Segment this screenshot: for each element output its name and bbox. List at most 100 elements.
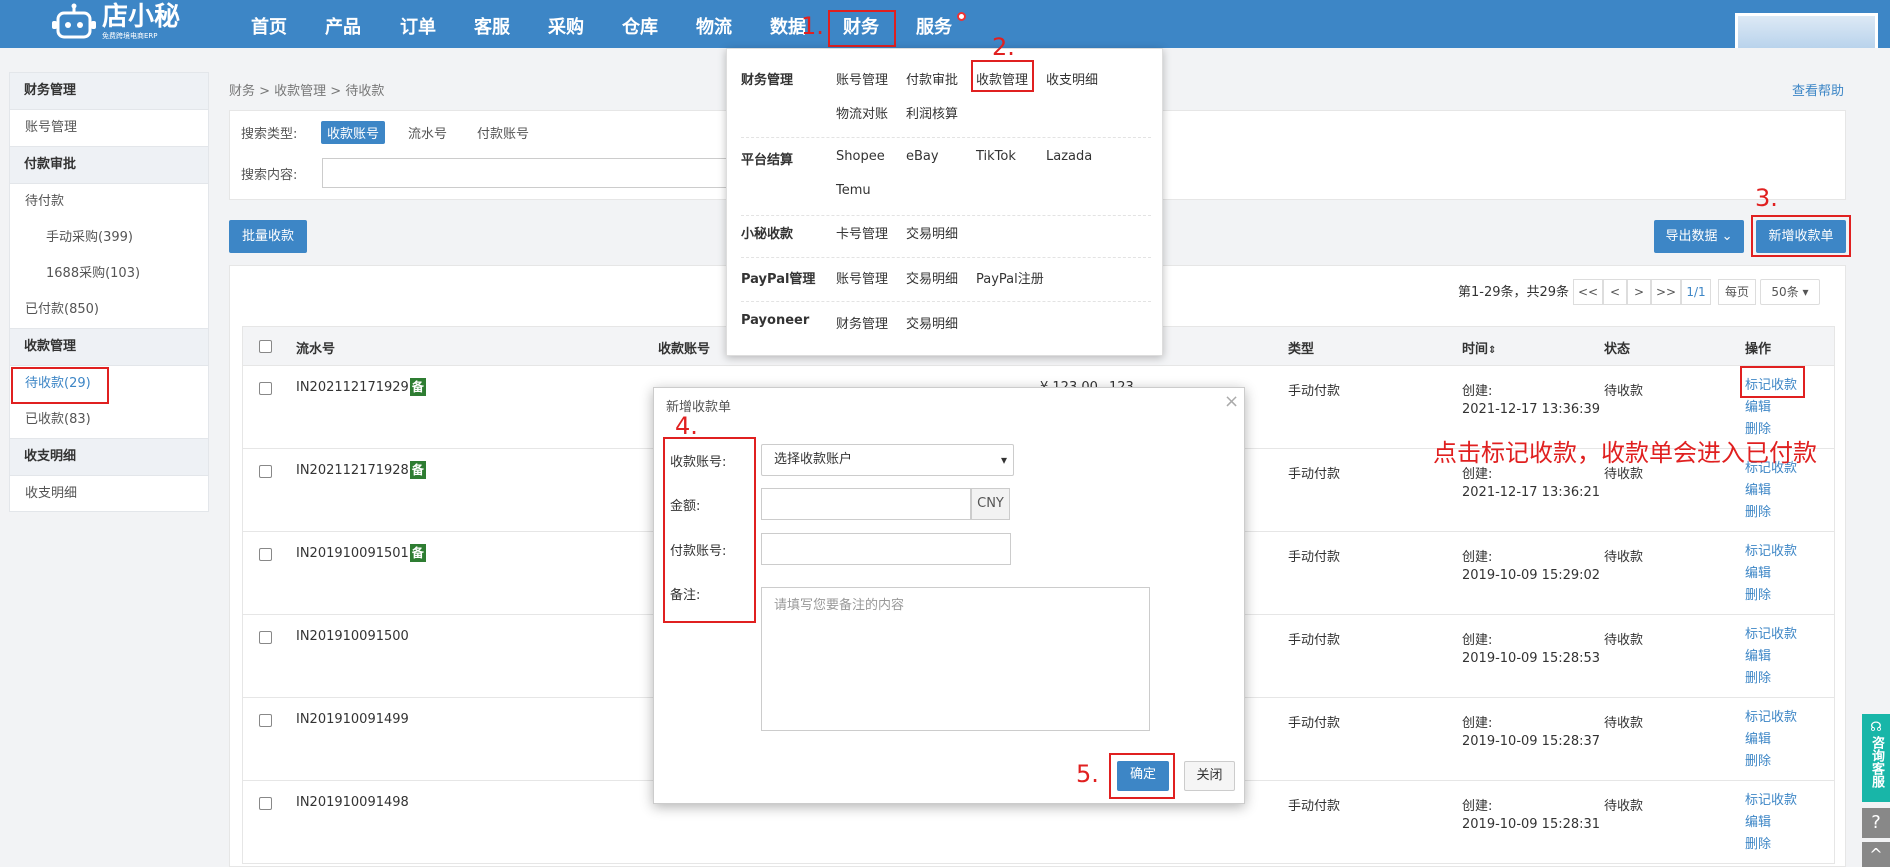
chevron-down-icon: ▾: [1802, 285, 1809, 299]
dd-lazada[interactable]: Lazada: [1046, 149, 1092, 164]
pager-prev[interactable]: <: [1603, 279, 1627, 305]
dd-transactions[interactable]: 交易明细: [906, 223, 958, 242]
close-button[interactable]: 关闭: [1184, 761, 1235, 791]
dd-paypal-transactions[interactable]: 交易明细: [906, 268, 958, 287]
edit-link[interactable]: 编辑: [1745, 729, 1771, 751]
sidebar-item-accounts[interactable]: 账号管理: [9, 110, 209, 146]
back-to-top-icon[interactable]: ^: [1862, 842, 1890, 867]
serial-number: IN201910091501: [296, 546, 409, 561]
mark-received-highlight: [1740, 366, 1805, 398]
pager-page: 1/1: [1681, 279, 1711, 305]
batch-receive-button[interactable]: 批量收款: [229, 220, 307, 253]
nav-products[interactable]: 产品: [319, 0, 367, 48]
customer-service-float[interactable]: ☊ 咨询客服: [1862, 714, 1890, 802]
dd-paypal-register[interactable]: PayPal注册: [976, 268, 1044, 287]
remark-badge[interactable]: 备: [409, 544, 426, 562]
sidebar-item-received[interactable]: 已收款(83): [9, 402, 209, 438]
dd-paypal-accounts[interactable]: 账号管理: [836, 268, 888, 287]
header-actions: 操作: [1745, 342, 1772, 357]
step-5-label: 5.: [1076, 760, 1099, 788]
time-cell: 2021-12-17 13:36:21: [1462, 485, 1601, 500]
edit-link[interactable]: 编辑: [1745, 397, 1771, 419]
time-cell: 2019-10-09 15:28:37: [1462, 734, 1601, 749]
dd-shopee[interactable]: Shopee: [836, 149, 885, 164]
header-time[interactable]: 时间⇕: [1462, 338, 1496, 357]
nav-warehouse[interactable]: 仓库: [616, 0, 664, 48]
status-cell: 待收款: [1604, 384, 1644, 399]
remark-textarea[interactable]: 请填写您要备注的内容: [761, 587, 1150, 731]
dd-ebay[interactable]: eBay: [906, 149, 939, 164]
nav-orders[interactable]: 订单: [394, 0, 442, 48]
instruction-note: 点击标记收款，收款单会进入已付款: [1433, 439, 1817, 467]
mark-received-link[interactable]: 标记收款: [1745, 541, 1797, 563]
dd-payment-approval[interactable]: 付款审批: [906, 69, 958, 88]
row-checkbox[interactable]: [259, 548, 272, 561]
remark-badge[interactable]: 备: [409, 461, 426, 479]
dd-tiktok[interactable]: TikTok: [976, 149, 1016, 164]
search-input[interactable]: [322, 158, 752, 188]
mark-received-link[interactable]: 标记收款: [1745, 624, 1797, 646]
step-3-label: 3.: [1755, 184, 1778, 212]
row-checkbox[interactable]: [259, 631, 272, 644]
sidebar-item-income-expense[interactable]: 收支明细: [9, 476, 209, 512]
sidebar-item-pending-payment[interactable]: 待付款: [9, 184, 209, 220]
currency-addon: CNY: [971, 488, 1010, 520]
close-icon[interactable]: ×: [1224, 391, 1239, 412]
delete-link[interactable]: 删除: [1745, 502, 1771, 524]
search-type-receive-account[interactable]: 收款账号: [321, 121, 386, 144]
pager-per-select[interactable]: 50条 ▾: [1760, 279, 1820, 305]
row-checkbox[interactable]: [259, 797, 272, 810]
delete-link[interactable]: 删除: [1745, 834, 1771, 856]
dd-logistics-reconcile[interactable]: 物流对账: [836, 103, 888, 122]
sidebar-header-receivables: 收款管理: [9, 328, 209, 366]
search-type-serial[interactable]: 流水号: [408, 123, 447, 142]
payer-account-input[interactable]: [761, 533, 1011, 565]
edit-link[interactable]: 编辑: [1745, 563, 1771, 585]
edit-link[interactable]: 编辑: [1745, 812, 1771, 834]
delete-link[interactable]: 删除: [1745, 751, 1771, 773]
receive-account-select[interactable]: 选择收款账户 ▾: [761, 444, 1014, 476]
nav-home[interactable]: 首页: [245, 0, 293, 48]
time-cell: 2019-10-09 15:28:53: [1462, 651, 1601, 666]
dd-profit-calc[interactable]: 利润核算: [906, 103, 958, 122]
row-checkbox[interactable]: [259, 714, 272, 727]
help-icon[interactable]: ?: [1862, 808, 1890, 838]
pager-last[interactable]: >>: [1651, 279, 1681, 305]
edit-link[interactable]: 编辑: [1745, 646, 1771, 668]
row-checkbox[interactable]: [259, 465, 272, 478]
dd-payoneer-transactions[interactable]: 交易明细: [906, 313, 958, 332]
remark-badge[interactable]: 备: [409, 378, 426, 396]
dd-income-expense[interactable]: 收支明细: [1046, 69, 1098, 88]
dd-account-management[interactable]: 账号管理: [836, 69, 888, 88]
search-type-payer-account[interactable]: 付款账号: [477, 123, 529, 142]
user-avatar-area[interactable]: [1735, 13, 1878, 48]
sidebar-item-manual-purchase[interactable]: 手动采购(399): [9, 220, 209, 256]
sidebar-item-paid[interactable]: 已付款(850): [9, 292, 209, 328]
dd-group-xiaomi-pay: 小秘收款: [741, 227, 794, 242]
delete-link[interactable]: 删除: [1745, 585, 1771, 607]
dd-payoneer-finance[interactable]: 财务管理: [836, 313, 888, 332]
row-checkbox[interactable]: [259, 382, 272, 395]
nav-purchase[interactable]: 采购: [542, 0, 590, 48]
mark-received-link[interactable]: 标记收款: [1745, 707, 1797, 729]
export-data-button[interactable]: 导出数据 ⌄: [1654, 220, 1744, 253]
edit-link[interactable]: 编辑: [1745, 480, 1771, 502]
step-2-label: 2.: [992, 33, 1015, 61]
help-link[interactable]: 查看帮助: [1792, 80, 1844, 99]
pager-first[interactable]: <<: [1573, 279, 1603, 305]
sidebar-item-1688-purchase[interactable]: 1688采购(103): [9, 256, 209, 292]
pager-next[interactable]: >: [1627, 279, 1651, 305]
dd-temu[interactable]: Temu: [836, 183, 871, 198]
delete-link[interactable]: 删除: [1745, 668, 1771, 690]
nav-logistics[interactable]: 物流: [690, 0, 738, 48]
nav-service[interactable]: 服务: [910, 0, 958, 48]
select-all-checkbox[interactable]: [259, 340, 272, 353]
amount-input[interactable]: [761, 488, 971, 520]
pager-summary: 第1-29条，共29条: [1458, 285, 1570, 300]
brand-logo[interactable]: 店小秘 免费跨境电商ERP: [50, 3, 180, 41]
pager-per-value: 50条: [1771, 285, 1799, 299]
nav-customer-service[interactable]: 客服: [468, 0, 516, 48]
dd-card-management[interactable]: 卡号管理: [836, 223, 888, 242]
mark-received-link[interactable]: 标记收款: [1745, 790, 1797, 812]
dd-divider: [741, 137, 1151, 138]
